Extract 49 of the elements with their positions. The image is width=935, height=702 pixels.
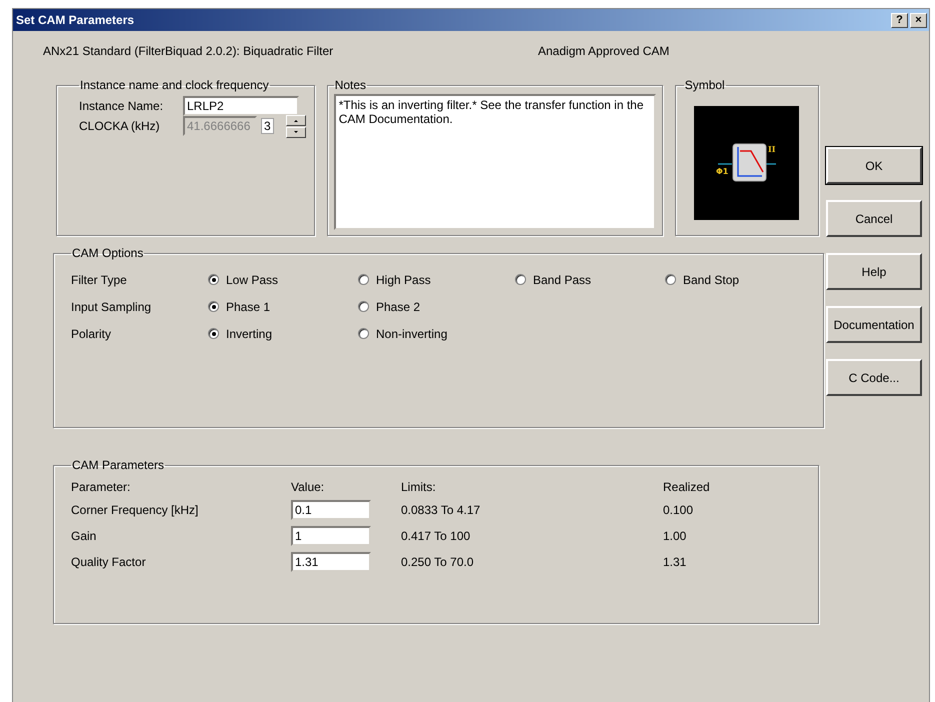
column-header: Value: xyxy=(291,480,326,494)
field-label: Instance Name: xyxy=(79,99,164,113)
close-button[interactable]: × xyxy=(910,12,927,28)
radio-option[interactable]: Non-inverting xyxy=(358,326,515,340)
value-field[interactable]: 0.1 xyxy=(291,500,371,520)
realized-value: 1.31 xyxy=(663,555,688,569)
filter-symbol-drawing: Φ1 II xyxy=(694,106,800,220)
approval-status: Anadigm Approved CAM xyxy=(538,44,670,60)
parameter-name: Quality Factor xyxy=(71,555,147,569)
instance-name-field[interactable]: LRLP2 xyxy=(183,96,299,116)
radio-option[interactable]: Phase 2 xyxy=(358,300,515,314)
parameter-name: Corner Frequency [kHz] xyxy=(71,503,200,517)
dialog-button[interactable]: C Code... xyxy=(826,359,922,396)
field-label: CLOCKA (kHz) xyxy=(79,119,161,133)
ok-button[interactable]: OK xyxy=(826,147,922,184)
group-title: Notes xyxy=(334,78,368,92)
column-header: Parameter: xyxy=(71,480,132,494)
realized-value: 1.00 xyxy=(663,529,688,543)
radio-option[interactable]: Band Stop xyxy=(665,272,815,286)
window-title: Set CAM Parameters xyxy=(16,13,134,27)
dialog-button[interactable]: Help xyxy=(826,253,922,290)
dialog-button[interactable]: Cancel xyxy=(826,200,922,237)
group-title: Instance name and clock frequency xyxy=(79,78,270,92)
cam-name: ANx21 Standard (FilterBiquad 2.0.2): Biquadratic Filter xyxy=(43,44,334,60)
notes-field[interactable]: *This is an inverting filter.* See the transfer function in the CAM Documentation. xyxy=(334,94,656,230)
radio-option[interactable]: Phase 1 xyxy=(208,300,358,314)
help-button[interactable]: ? xyxy=(891,12,908,28)
value-field[interactable]: 1.31 xyxy=(291,552,371,572)
limits-text: 0.417 To 100 xyxy=(401,529,472,543)
option-label: Filter Type xyxy=(71,272,128,286)
group-title: CAM Options xyxy=(71,246,144,260)
option-label: Polarity xyxy=(71,326,112,340)
value-field[interactable]: 1 xyxy=(291,526,371,546)
radio-option[interactable]: Low Pass xyxy=(208,272,358,286)
group-title: Symbol xyxy=(684,78,726,92)
radio-option[interactable]: High Pass xyxy=(358,272,515,286)
column-header: Limits: xyxy=(401,480,437,494)
radio-option[interactable]: Inverting xyxy=(208,326,358,340)
divider-value: 3 xyxy=(261,118,274,134)
realized-value: 0.100 xyxy=(663,503,694,517)
radio-option[interactable]: Band Pass xyxy=(515,272,665,286)
option-label: Input Sampling xyxy=(71,300,152,314)
group-title: CAM Parameters xyxy=(71,458,166,472)
dialog-button[interactable]: Documentation xyxy=(826,306,922,343)
column-header: Realized xyxy=(663,480,711,494)
limits-text: 0.250 To 70.0 xyxy=(401,555,475,569)
limits-text: 0.0833 To 4.17 xyxy=(401,503,482,517)
parameter-name: Gain xyxy=(71,529,98,543)
spin-buttons[interactable] xyxy=(286,114,306,138)
